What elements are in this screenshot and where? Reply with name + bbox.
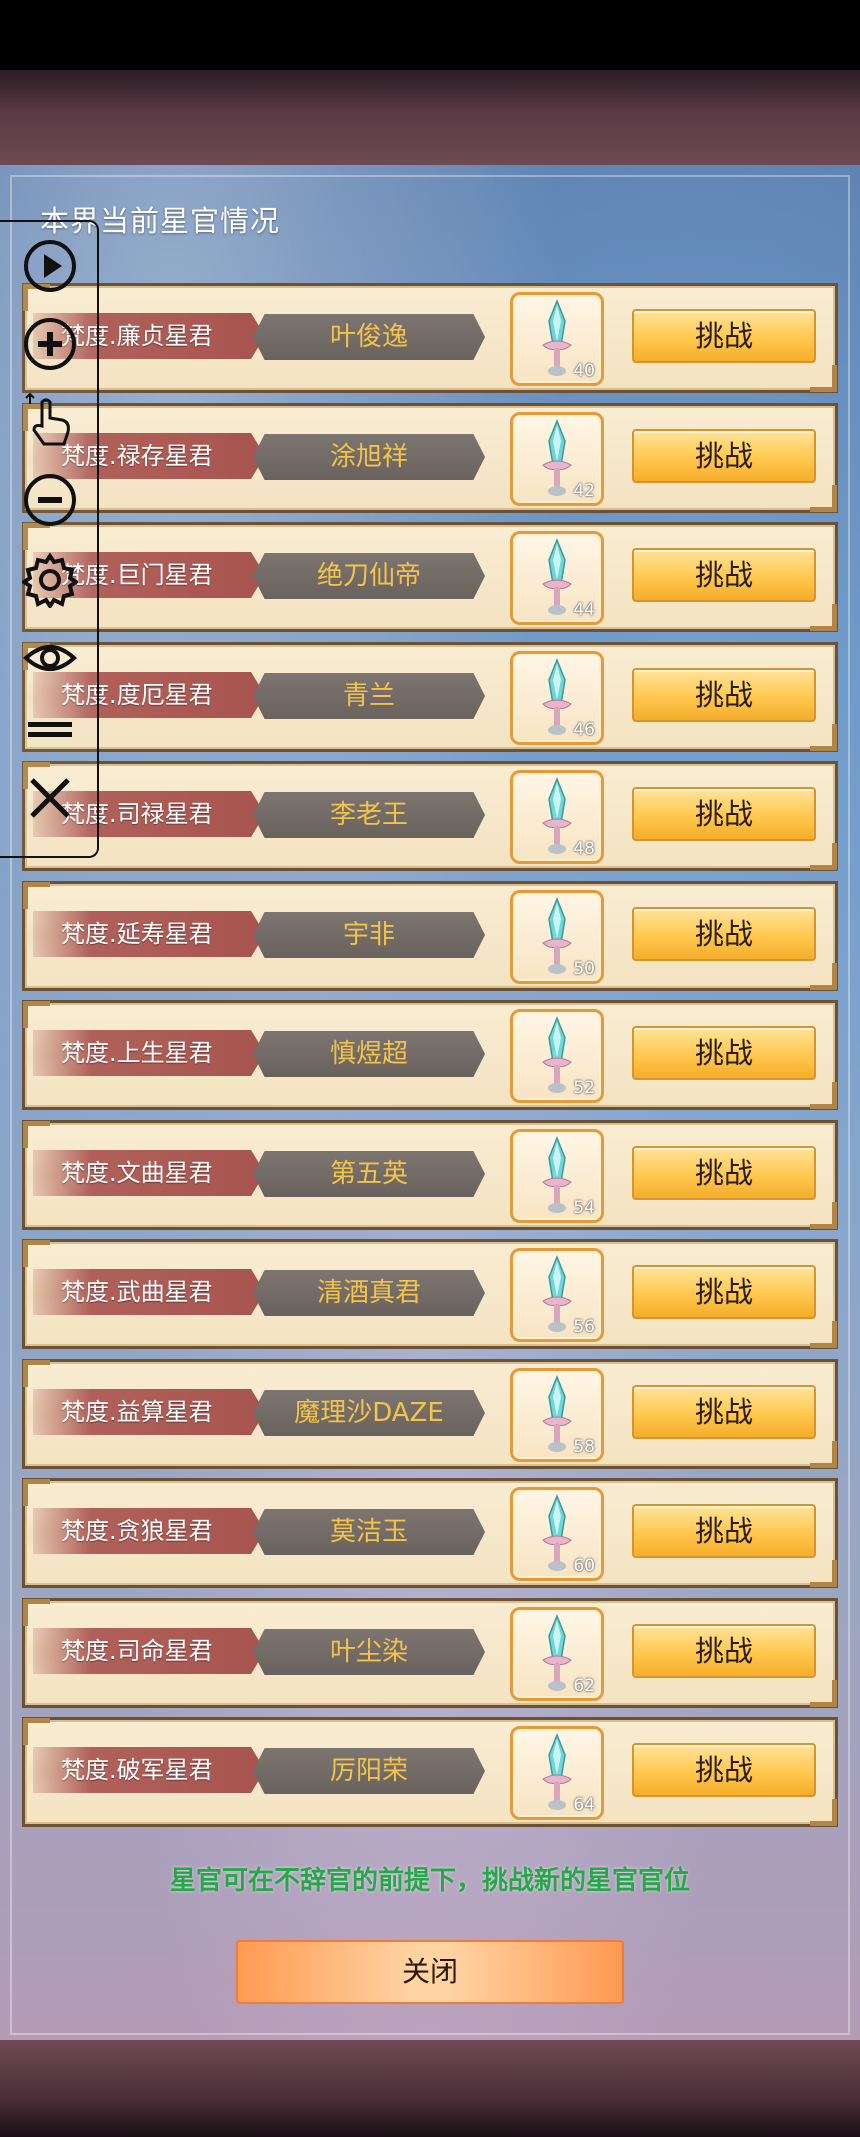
item-level: 50 <box>573 959 595 979</box>
official-row: 梵度.益算星君 魔理沙DAZE 58 挑战 <box>22 1359 838 1469</box>
zoom-in-icon[interactable] <box>22 316 78 372</box>
item-level: 44 <box>573 600 595 620</box>
holder-name: 厉阳荣 <box>253 1748 485 1794</box>
holder-name: 莫洁玉 <box>253 1509 485 1555</box>
challenge-button[interactable]: 挑战 <box>632 1385 816 1439</box>
official-row: 梵度.延寿星君 宇非 50 挑战 <box>22 881 838 991</box>
reward-item-slot[interactable]: 42 <box>510 412 604 506</box>
official-title: 梵度.贪狼星君 <box>33 1508 265 1554</box>
item-level: 60 <box>573 1556 595 1576</box>
close-icon[interactable] <box>22 770 78 826</box>
holder-name: 宇非 <box>253 912 485 958</box>
item-level: 62 <box>573 1676 595 1696</box>
reward-item-slot[interactable]: 50 <box>510 890 604 984</box>
challenge-button[interactable]: 挑战 <box>632 1026 816 1080</box>
item-level: 42 <box>573 481 595 501</box>
reward-item-slot[interactable]: 64 <box>510 1726 604 1820</box>
item-level: 54 <box>573 1198 595 1218</box>
reward-item-slot[interactable]: 48 <box>510 770 604 864</box>
official-title: 梵度.破军星君 <box>33 1747 265 1793</box>
notice-text: 星官可在不辞官的前提下，挑战新的星官官位 <box>169 1866 690 1896</box>
reward-item-slot[interactable]: 58 <box>510 1368 604 1462</box>
official-row: 梵度.文曲星君 第五英 54 挑战 <box>22 1120 838 1230</box>
holder-name: 第五英 <box>253 1151 485 1197</box>
item-level: 64 <box>573 1795 595 1815</box>
official-row: 梵度.破军星君 厉阳荣 64 挑战 <box>22 1717 838 1827</box>
item-level: 52 <box>573 1078 595 1098</box>
official-row: 梵度.上生星君 慎煜超 52 挑战 <box>22 1000 838 1110</box>
eye-icon[interactable] <box>22 630 78 686</box>
item-level: 56 <box>573 1317 595 1337</box>
holder-name: 慎煜超 <box>253 1031 485 1077</box>
game-screen: 本界当前星官情况 梵度.廉贞星君 叶俊逸 40 挑战 梵度.禄存星君 涂旭祥 4… <box>0 0 860 2137</box>
holder-name: 绝刀仙帝 <box>253 553 485 599</box>
holder-name: 青兰 <box>253 673 485 719</box>
official-title: 梵度.文曲星君 <box>33 1150 265 1196</box>
official-title: 梵度.益算星君 <box>33 1389 265 1435</box>
official-row: 梵度.禄存星君 涂旭祥 42 挑战 <box>22 403 838 513</box>
challenge-button[interactable]: 挑战 <box>632 668 816 722</box>
top-decor-band <box>0 70 860 165</box>
gear-icon[interactable] <box>22 552 78 608</box>
official-row: 梵度.司命星君 叶尘染 62 挑战 <box>22 1598 838 1708</box>
challenge-button[interactable]: 挑战 <box>632 1146 816 1200</box>
official-row: 梵度.武曲星君 清酒真君 56 挑战 <box>22 1239 838 1349</box>
holder-name: 清酒真君 <box>253 1270 485 1316</box>
challenge-button[interactable]: 挑战 <box>632 787 816 841</box>
reward-item-slot[interactable]: 46 <box>510 651 604 745</box>
menu-lines-icon[interactable] <box>22 700 78 756</box>
official-row: 梵度.度厄星君 青兰 46 挑战 <box>22 642 838 752</box>
play-icon[interactable] <box>22 238 78 294</box>
bottom-decor-band <box>0 2040 860 2137</box>
zoom-out-icon[interactable] <box>22 472 78 528</box>
challenge-button[interactable]: 挑战 <box>632 429 816 483</box>
holder-name: 叶俊逸 <box>253 314 485 360</box>
reward-item-slot[interactable]: 56 <box>510 1248 604 1342</box>
reward-item-slot[interactable]: 40 <box>510 292 604 386</box>
overlay-toolbar <box>0 220 99 858</box>
official-row: 梵度.巨门星君 绝刀仙帝 44 挑战 <box>22 522 838 632</box>
item-level: 48 <box>573 839 595 859</box>
reward-item-slot[interactable]: 54 <box>510 1129 604 1223</box>
reward-item-slot[interactable]: 44 <box>510 531 604 625</box>
holder-name: 叶尘染 <box>253 1629 485 1675</box>
official-row: 梵度.贪狼星君 莫洁玉 60 挑战 <box>22 1478 838 1588</box>
reward-item-slot[interactable]: 62 <box>510 1607 604 1701</box>
item-level: 46 <box>573 720 595 740</box>
reward-item-slot[interactable]: 52 <box>510 1009 604 1103</box>
official-row: 梵度.廉贞星君 叶俊逸 40 挑战 <box>22 283 838 393</box>
challenge-button[interactable]: 挑战 <box>632 1743 816 1797</box>
item-level: 58 <box>573 1437 595 1457</box>
challenge-button[interactable]: 挑战 <box>632 309 816 363</box>
tap-gesture-icon[interactable] <box>22 392 78 448</box>
holder-name: 李老王 <box>253 792 485 838</box>
challenge-button[interactable]: 挑战 <box>632 1624 816 1678</box>
challenge-button[interactable]: 挑战 <box>632 1504 816 1558</box>
challenge-button[interactable]: 挑战 <box>632 548 816 602</box>
official-title: 梵度.司命星君 <box>33 1628 265 1674</box>
holder-name: 涂旭祥 <box>253 434 485 480</box>
official-row: 梵度.司禄星君 李老王 48 挑战 <box>22 761 838 871</box>
item-level: 40 <box>573 361 595 381</box>
challenge-button[interactable]: 挑战 <box>632 907 816 961</box>
official-title: 梵度.上生星君 <box>33 1030 265 1076</box>
official-title: 梵度.武曲星君 <box>33 1269 265 1315</box>
close-button[interactable]: 关闭 <box>236 1940 624 2004</box>
official-title: 梵度.延寿星君 <box>33 911 265 957</box>
reward-item-slot[interactable]: 60 <box>510 1487 604 1581</box>
challenge-button[interactable]: 挑战 <box>632 1265 816 1319</box>
holder-name: 魔理沙DAZE <box>253 1390 485 1436</box>
